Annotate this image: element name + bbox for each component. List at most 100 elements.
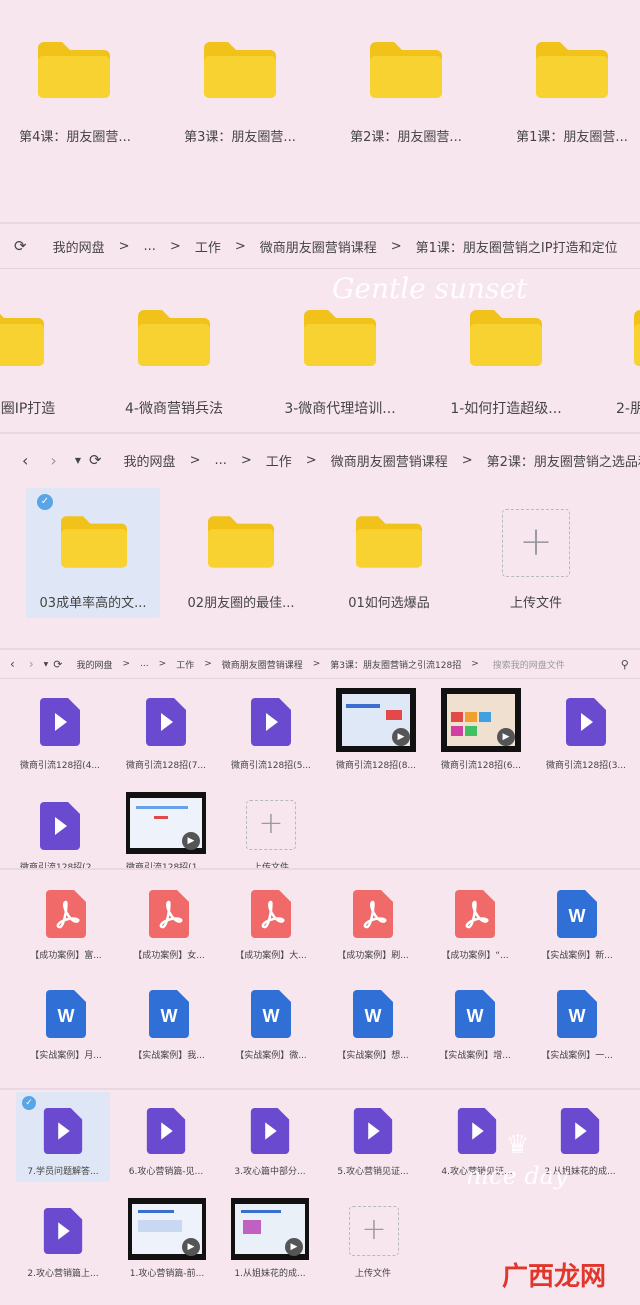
- file-label[interactable]: 【实战案例】想...: [337, 1048, 409, 1061]
- breadcrumb-root[interactable]: 我的网盘: [76, 658, 112, 671]
- video-thumbnail[interactable]: ▶: [231, 1198, 309, 1260]
- word-file-icon[interactable]: W: [353, 990, 393, 1038]
- file-label[interactable]: 【成功案例】女...: [133, 948, 205, 961]
- video-file-icon[interactable]: [43, 1208, 83, 1254]
- file-label[interactable]: 微商引流128招(7...: [126, 758, 206, 771]
- upload-button[interactable]: +: [349, 1206, 399, 1256]
- folder-icon[interactable]: [38, 40, 110, 98]
- word-file-icon[interactable]: W: [149, 990, 189, 1038]
- word-file-icon[interactable]: W: [46, 990, 86, 1038]
- folder-label[interactable]: 第1课：朋友圈营...: [516, 126, 628, 145]
- folder-icon[interactable]: [356, 514, 422, 568]
- folder-icon[interactable]: [61, 514, 127, 568]
- file-label[interactable]: 【成功案例】“...: [441, 948, 508, 961]
- back-icon[interactable]: ‹: [10, 657, 15, 671]
- breadcrumb-course[interactable]: 微商朋友圈营销课程: [222, 658, 303, 671]
- search-input[interactable]: 搜索我的网盘文件: [493, 658, 565, 671]
- word-file-icon[interactable]: W: [557, 890, 597, 938]
- word-file-icon[interactable]: W: [251, 990, 291, 1038]
- file-label[interactable]: 【实战案例】我...: [133, 1048, 205, 1061]
- file-label[interactable]: 1.攻心营销篇-前...: [130, 1266, 204, 1279]
- video-file-icon[interactable]: [560, 1108, 600, 1154]
- file-label[interactable]: 微商引流128招(3...: [546, 758, 626, 771]
- folder-label[interactable]: 第3课：朋友圈营...: [184, 126, 296, 145]
- file-label[interactable]: 微商引流128招(8...: [336, 758, 416, 771]
- forward-icon[interactable]: ›: [29, 657, 34, 671]
- file-label[interactable]: 【实战案例】一...: [541, 1048, 613, 1061]
- file-label[interactable]: 【实战案例】月...: [30, 1048, 102, 1061]
- pdf-file-icon[interactable]: [353, 890, 393, 938]
- file-label[interactable]: 5.攻心营销见证...: [337, 1164, 408, 1177]
- folder-icon[interactable]: [536, 40, 608, 98]
- folder-icon[interactable]: [370, 40, 442, 98]
- folder-label[interactable]: 第2课：朋友圈营...: [350, 126, 462, 145]
- video-file-icon[interactable]: [146, 698, 186, 746]
- folder-label[interactable]: 02朋友圈的最佳...: [188, 592, 295, 611]
- dropdown-icon[interactable]: ▼: [44, 661, 49, 668]
- breadcrumb-ellipsis[interactable]: ...: [140, 659, 149, 669]
- breadcrumb-work[interactable]: 工作: [176, 658, 194, 671]
- folder-icon[interactable]: [0, 308, 44, 366]
- video-thumbnail[interactable]: ▶: [441, 688, 521, 752]
- file-label[interactable]: 微商引流128招(2...: [20, 860, 100, 868]
- file-label[interactable]: 【成功案例】刷...: [337, 948, 409, 961]
- folder-icon[interactable]: [138, 308, 210, 366]
- file-label[interactable]: 微商引流128招(5...: [231, 758, 311, 771]
- pdf-file-icon[interactable]: [455, 890, 495, 938]
- pdf-file-icon[interactable]: [251, 890, 291, 938]
- breadcrumb-ellipsis[interactable]: ...: [144, 239, 156, 254]
- video-file-icon[interactable]: [353, 1108, 393, 1154]
- upload-label[interactable]: 上传文件: [253, 860, 289, 868]
- file-label[interactable]: 【实战案例】微...: [235, 1048, 307, 1061]
- breadcrumb-ellipsis[interactable]: ...: [214, 453, 226, 468]
- breadcrumb-work[interactable]: 工作: [266, 451, 292, 470]
- video-thumbnail[interactable]: ▶: [128, 1198, 206, 1260]
- video-thumbnail[interactable]: ▶: [336, 688, 416, 752]
- video-file-icon[interactable]: [40, 698, 80, 746]
- file-label[interactable]: 1.从姐妹花的成...: [234, 1266, 305, 1279]
- word-file-icon[interactable]: W: [557, 990, 597, 1038]
- folder-label[interactable]: 01如何选爆品: [348, 592, 430, 611]
- folder-icon[interactable]: [204, 40, 276, 98]
- file-label[interactable]: 【实战案例】新...: [541, 948, 613, 961]
- pdf-file-icon[interactable]: [149, 890, 189, 938]
- file-label[interactable]: 2.攻心营销篇上...: [27, 1266, 98, 1279]
- folder-icon[interactable]: [304, 308, 376, 366]
- refresh-icon[interactable]: ⟳: [89, 451, 102, 469]
- upload-label[interactable]: 上传文件: [510, 592, 562, 611]
- folder-label[interactable]: 2-朋: [616, 398, 640, 418]
- video-file-icon[interactable]: [250, 1108, 290, 1154]
- check-icon[interactable]: ✓: [37, 494, 53, 510]
- upload-button[interactable]: +: [502, 509, 570, 577]
- folder-label[interactable]: 3-微商代理培训...: [284, 398, 395, 418]
- dropdown-icon[interactable]: ▼: [75, 456, 81, 465]
- breadcrumb-root[interactable]: 我的网盘: [124, 451, 176, 470]
- video-file-icon[interactable]: [146, 1108, 186, 1154]
- upload-button[interactable]: +: [246, 800, 296, 850]
- file-label[interactable]: 6.攻心营销篇-见...: [129, 1164, 203, 1177]
- folder-label[interactable]: 03成单率高的文...: [40, 592, 147, 611]
- breadcrumb-course[interactable]: 微商朋友圈营销课程: [260, 237, 377, 256]
- forward-icon[interactable]: ›: [50, 451, 56, 470]
- folder-icon[interactable]: [634, 308, 640, 366]
- folder-label[interactable]: 4-微商营销兵法: [125, 398, 223, 418]
- breadcrumb-root[interactable]: 我的网盘: [53, 237, 105, 256]
- folder-icon[interactable]: [470, 308, 542, 366]
- folder-icon[interactable]: [208, 514, 274, 568]
- video-file-icon[interactable]: [457, 1108, 497, 1154]
- video-file-icon[interactable]: [566, 698, 606, 746]
- pdf-file-icon[interactable]: [46, 890, 86, 938]
- file-label[interactable]: 微商引流128招(4...: [20, 758, 100, 771]
- breadcrumb-work[interactable]: 工作: [195, 237, 221, 256]
- folder-label[interactable]: 第4课：朋友圈营...: [19, 126, 131, 145]
- file-label[interactable]: 微商引流128招(1...: [126, 860, 206, 868]
- file-label[interactable]: 3.攻心篇中部分...: [234, 1164, 305, 1177]
- video-thumbnail[interactable]: ▶: [126, 792, 206, 854]
- upload-label[interactable]: 上传文件: [355, 1266, 391, 1279]
- video-file-icon[interactable]: [43, 1108, 83, 1154]
- video-file-icon[interactable]: [40, 802, 80, 850]
- file-label[interactable]: 7.学员问题解答...: [27, 1164, 98, 1177]
- check-icon[interactable]: ✓: [22, 1096, 36, 1110]
- video-file-icon[interactable]: [251, 698, 291, 746]
- file-label[interactable]: 【实战案例】增...: [439, 1048, 511, 1061]
